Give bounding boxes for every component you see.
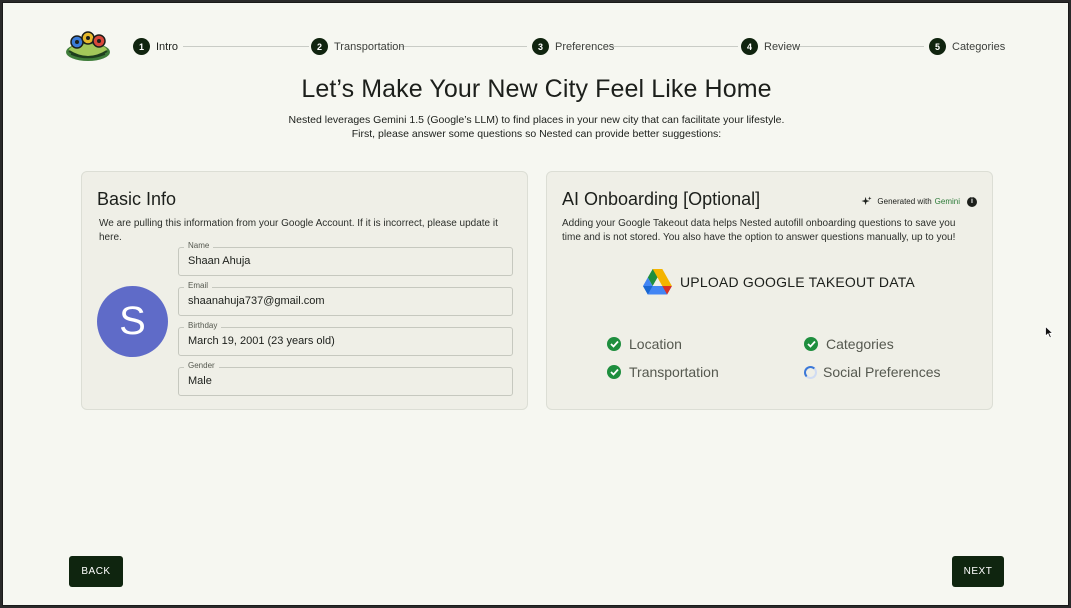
email-input[interactable] [188, 295, 503, 307]
step-categories[interactable]: 5 Categories [929, 38, 1005, 55]
status-label: Location [629, 336, 682, 352]
gender-field: Gender [178, 361, 513, 396]
status-transportation: Transportation [607, 364, 719, 380]
mouse-cursor-icon [1045, 326, 1054, 339]
status-location: Location [607, 336, 682, 352]
step-label: Preferences [555, 40, 615, 53]
status-label: Categories [826, 336, 894, 352]
name-input[interactable] [188, 255, 503, 267]
basic-info-description: We are pulling this information from you… [99, 218, 498, 243]
step-intro[interactable]: 1 Intro [133, 38, 178, 55]
step-transportation[interactable]: 2 Transportation [311, 38, 405, 55]
gender-field-label: Gender [184, 361, 219, 371]
upload-takeout-button[interactable]: UPLOAD GOOGLE TAKEOUT DATA [643, 269, 915, 295]
basic-info-title: Basic Info [97, 189, 177, 209]
step-number: 2 [311, 38, 328, 55]
progress-stepper: 1 Intro 2 Transportation 3 Preferences 4… [133, 38, 1005, 56]
email-field-label: Email [184, 281, 213, 291]
birthday-field-label: Birthday [184, 321, 222, 331]
sparkle-icon [861, 196, 872, 206]
status-social-preferences: Social Preferences [804, 364, 941, 380]
nested-logo [66, 31, 110, 61]
page-title: Let’s Make Your New City Feel Like Home [301, 75, 772, 103]
upload-label: UPLOAD GOOGLE TAKEOUT DATA [680, 274, 915, 290]
name-field: Name [178, 241, 513, 276]
next-button[interactable]: NEXT [952, 556, 1004, 587]
step-number: 5 [929, 38, 946, 55]
check-circle-icon [607, 365, 621, 379]
app-frame: 1 Intro 2 Transportation 3 Preferences 4… [2, 2, 1069, 606]
page-subtitle: Nested leverages Gemini 1.5 (Google’s LL… [3, 113, 1070, 141]
ai-onboarding-title: AI Onboarding [Optional] [562, 189, 761, 209]
basic-info-card: Basic Info We are pulling this informati… [81, 171, 528, 410]
subtitle-line: First, please answer some questions so N… [351, 128, 722, 140]
step-preferences[interactable]: 3 Preferences [532, 38, 614, 55]
birthday-field: Birthday [178, 321, 513, 356]
status-categories: Categories [804, 336, 894, 352]
stepper-connector [611, 46, 738, 47]
gemini-badge-brand: Gemini [934, 197, 960, 206]
email-field: Email [178, 281, 513, 316]
step-number: 3 [532, 38, 549, 55]
step-label: Review [764, 40, 801, 53]
status-label: Social Preferences [823, 364, 941, 380]
gemini-badge-prefix: Generated with [877, 197, 932, 206]
check-circle-icon [607, 337, 621, 351]
loading-spinner-icon [804, 365, 817, 379]
info-icon[interactable]: i [967, 196, 977, 207]
gemini-badge: Generated with Gemini i [861, 196, 977, 207]
ai-onboarding-card: AI Onboarding [Optional] Generated with … [546, 171, 993, 410]
check-circle-icon [804, 337, 818, 351]
avatar: S [97, 286, 168, 357]
step-label: Intro [156, 40, 179, 53]
name-field-label: Name [184, 241, 214, 251]
stepper-connector [795, 46, 924, 47]
avatar-letter: S [119, 299, 146, 343]
subtitle-line: Nested leverages Gemini 1.5 (Google’s LL… [288, 114, 785, 126]
step-number: 4 [741, 38, 758, 55]
gender-input[interactable] [188, 375, 503, 387]
stepper-connector [400, 46, 527, 47]
status-label: Transportation [629, 364, 719, 380]
stepper-connector [183, 46, 309, 47]
step-label: Transportation [334, 40, 405, 53]
step-label: Categories [952, 40, 1006, 53]
google-drive-icon [643, 269, 672, 295]
ai-onboarding-description: Adding your Google Takeout data helps Ne… [562, 218, 956, 243]
step-review[interactable]: 4 Review [741, 38, 800, 55]
birthday-input[interactable] [188, 335, 503, 347]
back-button[interactable]: BACK [69, 556, 123, 587]
step-number: 1 [133, 38, 150, 55]
